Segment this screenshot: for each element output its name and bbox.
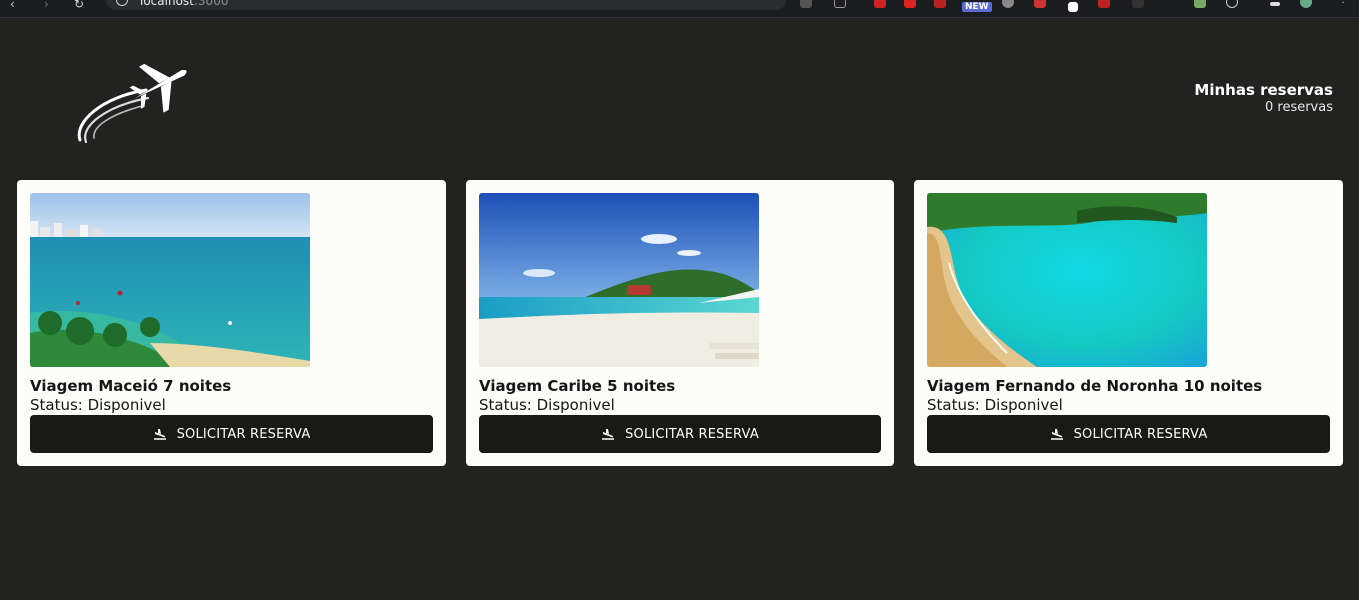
button-label: SOLICITAR RESERVA	[1073, 426, 1208, 442]
trip-title: Viagem Fernando de Noronha 10 noites	[927, 377, 1263, 395]
star-icon[interactable]	[834, 0, 846, 8]
caribe-beach-photo	[479, 193, 759, 367]
profile-avatar-icon[interactable]	[1300, 0, 1312, 8]
back-icon[interactable]: ‹	[10, 0, 15, 12]
extension-dark-icon[interactable]	[1132, 0, 1144, 8]
trip-title: Viagem Caribe 5 noites	[479, 377, 676, 395]
new-badge: NEW	[962, 2, 992, 12]
trip-title: Viagem Maceió 7 noites	[30, 377, 232, 395]
extension-white-icon[interactable]	[1068, 2, 1078, 12]
extension-pdf-icon[interactable]	[1034, 0, 1046, 8]
extension-adblock-icon[interactable]	[904, 0, 916, 8]
extension-shield-icon[interactable]	[874, 0, 886, 8]
reload-icon[interactable]: ↻	[74, 0, 84, 12]
flight-land-icon	[602, 429, 615, 440]
extension-circle-icon[interactable]	[1226, 0, 1238, 8]
trip-card: Viagem Fernando de Noronha 10 noites Sta…	[914, 180, 1343, 466]
request-reservation-button[interactable]: SOLICITAR RESERVA	[927, 415, 1330, 453]
extension-gray-icon[interactable]	[1002, 0, 1014, 8]
flight-land-icon	[153, 429, 166, 440]
trip-status: Status: Disponivel	[30, 396, 166, 414]
forward-icon[interactable]: ›	[44, 0, 49, 12]
noronha-bay-photo	[927, 193, 1207, 367]
trip-status: Status: Disponivel	[479, 396, 615, 414]
address-url[interactable]: localhost:3000	[140, 0, 228, 8]
extension-red-icon[interactable]	[934, 0, 946, 8]
trip-card: Viagem Maceió 7 noites Status: Disponive…	[17, 180, 446, 466]
airplane-logo-icon[interactable]	[72, 52, 192, 147]
extension-red2-icon[interactable]	[1098, 0, 1110, 8]
trip-status: Status: Disponivel	[927, 396, 1063, 414]
maceio-beach-photo	[30, 193, 310, 367]
trip-card: Viagem Caribe 5 noites Status: Disponive…	[466, 180, 894, 466]
extension-stack-icon[interactable]	[1194, 0, 1206, 8]
url-port: :3000	[193, 0, 229, 8]
flight-land-icon	[1050, 429, 1063, 440]
site-header: Minhas reservas 0 reservas	[0, 19, 1359, 169]
media-icon[interactable]	[1270, 2, 1280, 6]
translate-icon[interactable]	[800, 0, 812, 8]
browser-toolbar: ‹ › ↻ localhost:3000 NEW ⋮	[0, 0, 1359, 18]
cart-title: Minhas reservas	[1194, 81, 1333, 99]
menu-icon[interactable]: ⋮	[1338, 0, 1350, 6]
button-label: SOLICITAR RESERVA	[625, 426, 759, 442]
cart-count: 0 reservas	[1264, 100, 1333, 115]
button-label: SOLICITAR RESERVA	[176, 426, 311, 442]
request-reservation-button[interactable]: SOLICITAR RESERVA	[479, 415, 881, 453]
request-reservation-button[interactable]: SOLICITAR RESERVA	[30, 415, 433, 453]
my-reservations-link[interactable]: Minhas reservas 0 reservas	[1194, 81, 1333, 117]
url-host: localhost	[140, 0, 194, 8]
